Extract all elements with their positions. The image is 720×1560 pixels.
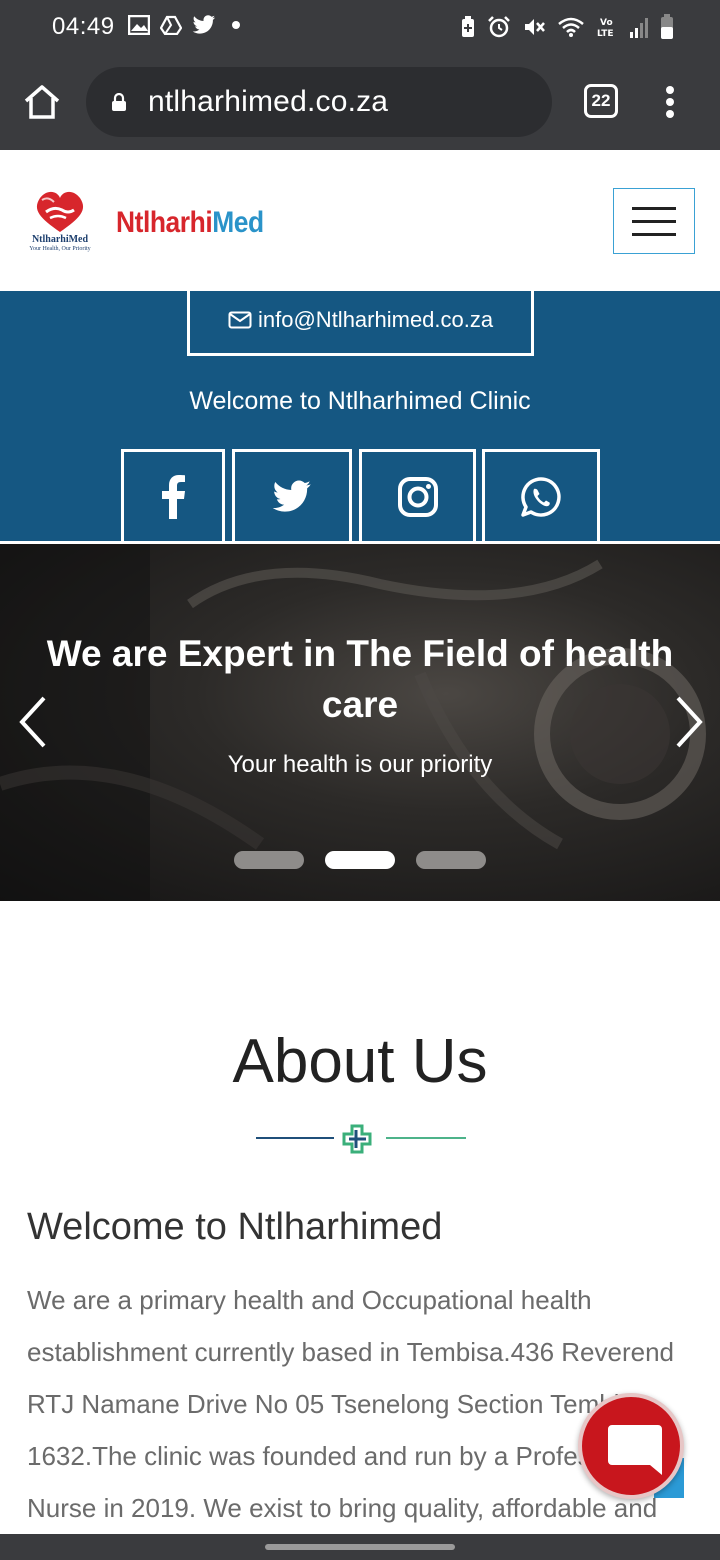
url-bar[interactable]: ntlharhimed.co.za [86, 67, 552, 137]
gallery-icon [128, 15, 150, 35]
hero-title: We are Expert in The Field of health car… [46, 633, 674, 725]
brand-name[interactable]: NtlharhiMed [116, 206, 264, 240]
browser-toolbar: ntlharhimed.co.za 22 [0, 54, 720, 150]
wifi-icon [558, 17, 584, 37]
facebook-button[interactable] [121, 449, 225, 541]
logo-name: NtlharhiMed [31, 234, 89, 245]
instagram-icon [397, 476, 438, 517]
lock-icon [112, 93, 126, 111]
battery-saver-icon [462, 16, 474, 37]
info-band: info@Ntlharhimed.co.za Welcome to Ntlhar… [0, 289, 720, 541]
carousel-indicators [0, 851, 720, 869]
chevron-right-icon[interactable] [668, 694, 708, 750]
hamburger-line [632, 233, 676, 236]
gesture-handle[interactable] [265, 1544, 455, 1550]
system-nav-bar [0, 1534, 720, 1560]
browser-menu-icon[interactable] [664, 86, 676, 120]
whatsapp-button[interactable] [482, 449, 600, 541]
mute-icon [525, 19, 545, 35]
status-time: 04:49 [52, 13, 115, 40]
alarm-icon [488, 16, 510, 38]
hero-carousel[interactable]: We are Expert in The Field of health car… [0, 544, 720, 901]
welcome-text: Welcome to Ntlharhimed Clinic [189, 387, 531, 415]
brand-name-part2: Med [212, 206, 264, 239]
status-left-icons [128, 15, 240, 35]
instagram-button[interactable] [359, 449, 476, 541]
facebook-icon [162, 474, 185, 519]
nav-toggle-button[interactable] [613, 188, 695, 254]
carousel-indicator[interactable] [234, 851, 304, 869]
hamburger-line [632, 220, 676, 223]
volte-icon: VoLTE [597, 18, 614, 39]
url-text[interactable]: ntlharhimed.co.za [148, 85, 388, 119]
site-logo[interactable]: NtlharhiMed Your Health, Our Priority [18, 188, 102, 258]
carousel-indicator[interactable] [416, 851, 486, 869]
about-title: About Us [232, 1027, 488, 1096]
brand-name-part1: Ntlharhi [116, 206, 213, 239]
twitter-icon [272, 480, 311, 512]
hero-subtitle: Your health is our priority [227, 751, 493, 778]
notification-dot [232, 21, 240, 29]
carousel-indicator-active[interactable] [325, 851, 395, 869]
envelope-icon [228, 311, 252, 329]
svg-text:Vo: Vo [600, 18, 613, 28]
chevron-left-icon[interactable] [14, 694, 54, 750]
tab-switcher-button[interactable]: 22 [584, 84, 618, 118]
medical-cross-icon [342, 1124, 372, 1154]
whatsapp-icon [521, 476, 561, 517]
home-icon[interactable] [22, 82, 62, 122]
heart-hands-logo-icon [36, 191, 84, 232]
status-bar: 04:49 Vo LTE [0, 0, 720, 54]
status-right-icons: Vo LTE [460, 14, 674, 40]
twitter-icon [192, 15, 215, 34]
svg-text:LTE: LTE [597, 29, 614, 39]
chat-button[interactable] [578, 1393, 684, 1499]
chat-bubble-icon [608, 1425, 662, 1475]
email-text[interactable]: info@Ntlharhimed.co.za [258, 307, 493, 333]
section-divider [256, 1124, 466, 1154]
site-header: NtlharhiMed Your Health, Our Priority Nt… [0, 150, 720, 291]
drive-icon [160, 15, 182, 35]
battery-icon [661, 14, 673, 39]
email-link[interactable]: info@Ntlharhimed.co.za [187, 289, 534, 356]
logo-tagline: Your Health, Our Priority [29, 246, 91, 252]
twitter-button[interactable] [232, 449, 352, 541]
hamburger-line [632, 207, 676, 210]
signal-icon [630, 18, 648, 38]
about-heading: Welcome to Ntlharhimed [27, 1206, 443, 1248]
